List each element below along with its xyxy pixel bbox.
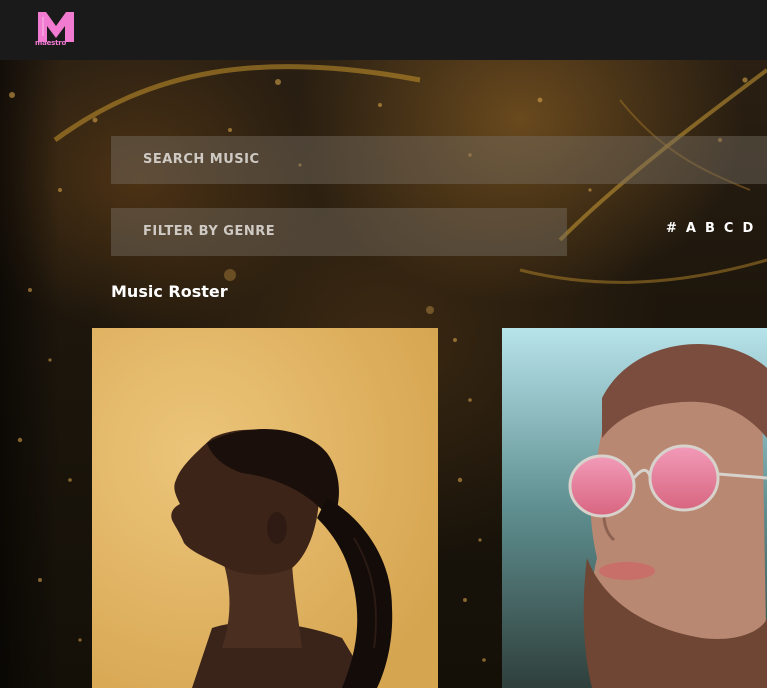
artist-card-2[interactable] [502,328,767,688]
artist-card-1[interactable] [92,328,438,688]
logo-wordmark: maestro [35,39,67,47]
alpha-filter-a[interactable]: A [686,221,696,236]
genre-filter-dropdown[interactable]: FILTER BY GENRE [111,208,567,256]
artist-photo-man-sunglasses [502,328,767,688]
search-input[interactable]: SEARCH MUSIC [111,136,767,184]
alpha-filter-b[interactable]: B [705,221,715,236]
search-placeholder: SEARCH MUSIC [143,152,260,167]
music-roster-heading: Music Roster [111,282,228,301]
alpha-filter-d[interactable]: D [742,221,753,236]
genre-filter-placeholder: FILTER BY GENRE [143,224,276,239]
alpha-filter-hash[interactable]: # [666,221,677,236]
top-navigation-bar: maestro [0,0,767,60]
artist-photo-woman-profile [92,328,438,688]
alpha-filter-c[interactable]: C [724,221,734,236]
alphabet-filter: # A B C D [666,221,753,236]
